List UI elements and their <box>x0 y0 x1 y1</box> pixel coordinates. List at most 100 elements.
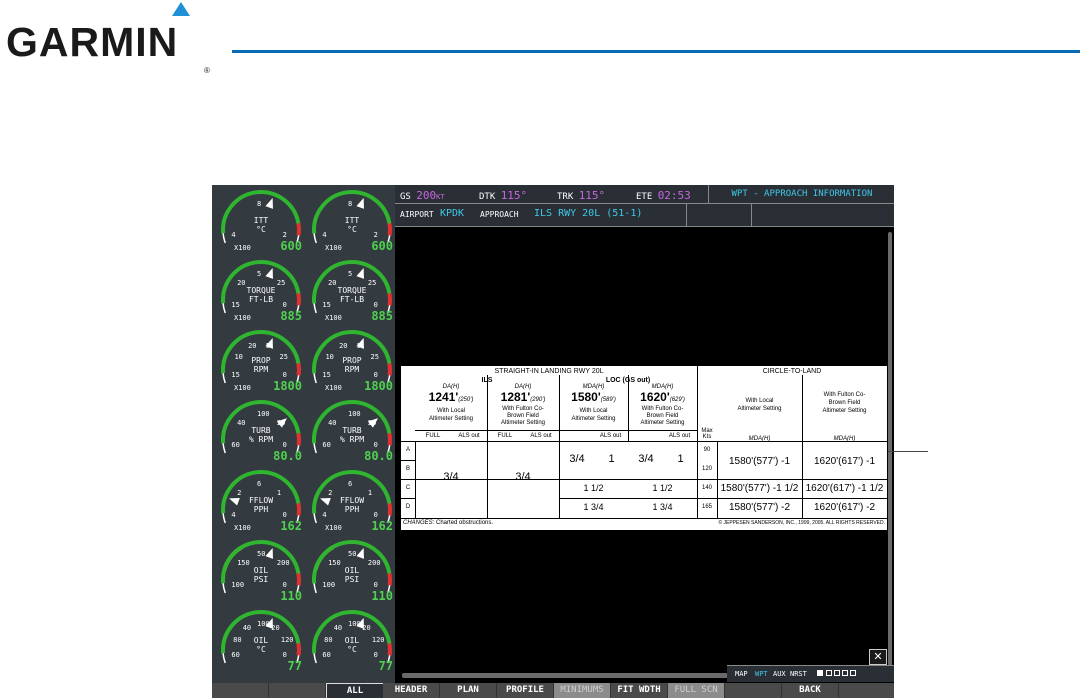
gauge-tick-label: 200 <box>276 559 290 568</box>
desired-track-field: DTK 115° <box>479 189 527 202</box>
airport-label: AIRPORT <box>400 210 434 219</box>
gauge-tick-label: 4 <box>322 510 327 519</box>
gauge-tick-label: 0 <box>282 440 287 449</box>
itt-1-gauge: ITT °C X100 600 4 8 2 <box>216 188 306 254</box>
torque-1-gauge: TORQUE FT-LB X100 885 15 20 5 25 0 <box>216 258 306 324</box>
gauge-multiplier: X100 <box>234 384 251 392</box>
col2-note: Altimeter Setting <box>500 420 546 426</box>
gauge-tick-label: 20 <box>276 419 286 428</box>
speed-value: 140 <box>701 485 712 491</box>
ete-value: 02:53 <box>657 189 691 202</box>
loc-title: LOC (GS out) <box>605 377 651 384</box>
gauge-tick-label: 60 <box>231 440 240 449</box>
loc-visibility: 1 1/2 <box>652 483 673 493</box>
gauge-unit: °C <box>347 645 357 654</box>
engine-indication-panel: ITT °C X100 600 4 8 2 ITT °C X100 600 4 8 2 TORQUE FT-L… <box>212 185 395 683</box>
gauge-tick-label: 0 <box>373 510 378 519</box>
ils-da-height: (250') <box>458 397 474 403</box>
page-dot <box>826 670 832 676</box>
col1-note: Altimeter Setting <box>428 416 474 422</box>
gauge-unit: FT-LB <box>248 295 274 304</box>
oilpsi-1-gauge: OIL PSI 110 100 150 50 200 0 <box>216 538 306 604</box>
gauge-tick-label: 120 <box>371 635 385 644</box>
brand-registered-mark: ® <box>204 66 211 75</box>
gauge-readout: 1800 <box>273 379 302 393</box>
vertical-scrollbar[interactable] <box>888 232 892 672</box>
c2l-note: Altimeter Setting <box>822 408 867 414</box>
gauge-tick-label: 100 <box>348 410 361 418</box>
page-group-wpt: WPT <box>755 670 768 678</box>
c2l-minimum: 1580'(577') -1 <box>728 456 791 467</box>
softkey-plan[interactable]: PLAN <box>440 683 497 698</box>
gauge-multiplier: X100 <box>234 244 251 252</box>
approach-bar-divider <box>751 204 752 226</box>
garmin-logo: GARMIN ® <box>6 2 210 75</box>
gauge-tick-label: 0 <box>373 650 378 659</box>
gauge-readout: 600 <box>371 239 393 253</box>
page-group-nrst: NRST <box>790 670 807 678</box>
softkey-blank[interactable] <box>212 683 269 698</box>
als-out-label: ALS out <box>530 433 552 439</box>
approach-minimums-table: STRAIGHT-IN LANDING RWY 20L ILS LOC (GS … <box>400 365 888 531</box>
close-icon[interactable]: ✕ <box>869 649 887 665</box>
page-group-aux: AUX <box>773 670 786 678</box>
loc-mda-cell: 1580'(589') <box>559 391 628 403</box>
approach-value[interactable]: ILS RWY 20L (51-1) <box>534 208 642 219</box>
c2l-minimum: 1620'(617') -1 <box>813 456 876 467</box>
gauge-tick-label: 25 <box>276 279 286 288</box>
gauge-readout: 110 <box>371 589 393 603</box>
gauge-tick-label: 80 <box>233 635 242 644</box>
gauge-unit: RPM <box>344 365 360 374</box>
softkey-blank[interactable] <box>725 683 782 698</box>
max-kts-label: Kts <box>702 434 712 440</box>
ils-da-cell: 1241'(250') <box>415 391 487 403</box>
gauge-tick-label: 10 <box>234 353 243 361</box>
gauge-tick-label: 40 <box>242 624 252 633</box>
mda-h-label: MDA(H) <box>833 436 856 442</box>
gauge-unit: °C <box>256 225 266 234</box>
gauge-tick-label: 20 <box>271 624 280 633</box>
approach-bar-divider <box>686 204 687 226</box>
softkey-minimums[interactable]: MINIMUMS <box>554 683 611 698</box>
loc-visibility: 3/4 <box>569 453 585 465</box>
gauge-tick-label: 100 <box>257 620 270 628</box>
softkey-full-screen[interactable]: FULL SCN <box>668 683 725 698</box>
gauge-readout: 80.0 <box>364 449 393 463</box>
table-divider <box>401 498 415 499</box>
softkey-fit-width[interactable]: FIT WDTH <box>611 683 668 698</box>
gauge-label: OIL <box>253 566 269 575</box>
gauge-tick-label: 2 <box>328 489 333 498</box>
horizontal-scrollbar[interactable] <box>402 673 728 678</box>
gauge-unit: FT-LB <box>339 295 365 304</box>
callout-line <box>888 451 928 452</box>
gauge-unit: % RPM <box>339 435 365 444</box>
softkey-all[interactable]: ALL <box>326 683 384 698</box>
softkey-blank[interactable] <box>269 683 326 698</box>
softkey-blank[interactable] <box>839 683 894 698</box>
gauge-tick-label: 5 <box>265 341 271 350</box>
gauge-label: ITT <box>344 216 360 225</box>
gauge-tick-label: 0 <box>373 370 378 379</box>
gauge-tick-label: 120 <box>280 635 294 644</box>
table-divider <box>401 518 887 519</box>
ils-da-cell: 1281'(290') <box>487 391 559 403</box>
trk-label: TRK <box>557 192 574 202</box>
softkey-back[interactable]: BACK <box>782 683 839 698</box>
oilpsi-2-gauge: OIL PSI 110 100 150 50 200 0 <box>307 538 397 604</box>
gauge-readout: 885 <box>280 309 302 323</box>
gauge-label: FFLOW <box>248 496 274 505</box>
gauge-tick-label: 40 <box>237 419 246 428</box>
groundspeed-field: GS 200KT <box>400 189 445 202</box>
gauge-tick-label: 20 <box>248 341 257 350</box>
gauge-tick-label: 15 <box>322 300 331 309</box>
airport-value[interactable]: KPDK <box>440 208 464 219</box>
table-divider <box>559 498 887 499</box>
gauge-tick-label: 60 <box>322 440 331 449</box>
fflow-1-gauge: FFLOW PPH X100 162 4 2 6 1 0 <box>216 468 306 534</box>
softkey-header[interactable]: HEADER <box>383 683 440 698</box>
softkey-profile[interactable]: PROFILE <box>497 683 554 698</box>
gauge-needle-icon <box>356 268 364 279</box>
gauge-tick-label: 25 <box>367 279 377 288</box>
gauge-tick-label: 100 <box>348 620 361 628</box>
ils-title: ILS <box>481 377 493 384</box>
